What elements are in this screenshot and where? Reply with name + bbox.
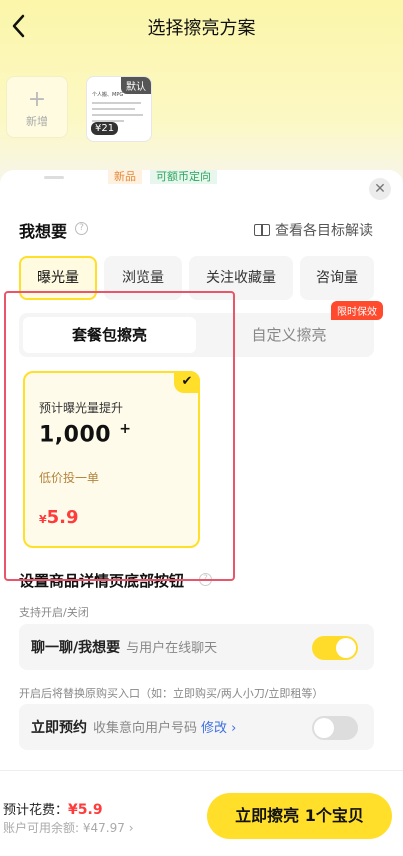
- estimated-cost: 预计花费：¥5.9: [3, 799, 103, 818]
- plan-sheet: 新品 可额币定向 ✕ 我想要 ? 查看各目标解读 曝光量 浏览量 关注收藏量 咨询…: [0, 170, 403, 770]
- goals-explanation-link[interactable]: 查看各目标解读: [254, 220, 373, 240]
- close-button[interactable]: ✕: [369, 178, 391, 200]
- reserve-toggle[interactable]: [312, 716, 358, 740]
- page-title: 选择擦亮方案: [147, 18, 256, 39]
- chat-option-desc: 与用户在线聊天: [126, 641, 218, 656]
- footer-bar: 预计花费：¥5.9 账户可用余额: ¥47.97 › 立即擦亮 1个宝贝: [0, 770, 403, 856]
- tag-new: 新品: [108, 170, 142, 184]
- help-icon[interactable]: ?: [199, 573, 212, 586]
- tab-views[interactable]: 浏览量: [104, 256, 182, 300]
- tab-package-polish[interactable]: 套餐包擦亮: [23, 317, 196, 353]
- goals-link-label: 查看各目标解读: [275, 223, 373, 239]
- tab-follow-favorite[interactable]: 关注收藏量: [189, 256, 293, 300]
- plus-icon: +: [27, 87, 47, 112]
- book-icon: [254, 224, 270, 236]
- package-subtitle: 低价投一单: [39, 471, 100, 485]
- expected-value: 1,000: [39, 422, 112, 448]
- price-value: 5.9: [46, 507, 79, 528]
- currency-symbol: ¥: [39, 513, 47, 526]
- expected-exposure-value: 1,000 +: [39, 421, 132, 447]
- bottom-button-section-title: 设置商品详情页底部按钮: [19, 572, 185, 590]
- expected-value-suffix: +: [119, 421, 132, 437]
- polish-now-button[interactable]: 立即擦亮 1个宝贝: [207, 793, 392, 839]
- product-thumbnail[interactable]: 个人搬、MPG 默认 ¥21: [86, 76, 152, 142]
- default-badge: 默认: [121, 77, 151, 94]
- package-card[interactable]: ✔ 预计曝光量提升 1,000 + 低价投一单 ¥5.9: [23, 371, 200, 548]
- modify-label: 修改: [201, 721, 228, 736]
- chat-option-row: 聊一聊/我想要 与用户在线聊天: [19, 624, 374, 670]
- product-price-badge: ¥21: [91, 122, 119, 135]
- tab-exposure[interactable]: 曝光量: [19, 256, 97, 300]
- goal-tabs: 曝光量 浏览量 关注收藏量 咨询量: [19, 256, 374, 300]
- package-mode-switch: 套餐包擦亮 自定义擦亮 限时保效: [19, 301, 383, 357]
- want-label: 我想要: [19, 222, 68, 241]
- tab-inquiry[interactable]: 咨询量: [300, 256, 374, 300]
- top-bar: 选择擦亮方案: [0, 0, 403, 56]
- reserve-option-label: 立即预约 收集意向用户号码 修改 ›: [31, 717, 236, 737]
- reserve-option-name: 立即预约: [31, 720, 87, 736]
- chevron-right-icon: ›: [128, 821, 134, 835]
- package-price: ¥5.9: [39, 507, 79, 528]
- close-icon: ✕: [374, 181, 386, 197]
- modify-link[interactable]: 修改 ›: [201, 721, 236, 736]
- chat-toggle[interactable]: [312, 636, 358, 660]
- limited-time-badge: 限时保效: [331, 301, 383, 320]
- chat-option-name: 聊一聊/我想要: [31, 640, 121, 656]
- peek-tags: 新品 可额币定向: [108, 170, 217, 184]
- expect-label: 预计曝光量提升: [39, 401, 124, 415]
- replace-note: 开启后将替换原购买入口（如：立即购买/两人小刀/立即租等）: [19, 687, 324, 700]
- account-balance[interactable]: 账户可用余额: ¥47.97 ›: [3, 819, 134, 836]
- toggle-note: 支持开启/关闭: [19, 606, 89, 619]
- peek-divider: [44, 176, 64, 179]
- balance-label: 账户可用余额: ¥47.97: [3, 821, 125, 835]
- add-product-label: 新增: [26, 115, 48, 128]
- reserve-option-row: 立即预约 收集意向用户号码 修改 ›: [19, 704, 374, 750]
- checkmark-icon: ✔: [174, 371, 200, 393]
- tag-targeting: 可额币定向: [150, 170, 217, 184]
- chat-option-label: 聊一聊/我想要 与用户在线聊天: [31, 637, 217, 657]
- help-icon[interactable]: ?: [75, 222, 88, 235]
- tab-custom-polish[interactable]: 自定义擦亮: [209, 317, 369, 353]
- product-preview: 个人搬、MPG: [92, 91, 146, 126]
- toggle-knob: [336, 638, 356, 658]
- cost-label: 预计花费：: [3, 803, 69, 818]
- cost-value: ¥5.9: [68, 802, 103, 818]
- reserve-option-desc: 收集意向用户号码: [93, 721, 198, 736]
- add-product-button[interactable]: + 新增: [6, 76, 68, 138]
- toggle-knob: [314, 718, 334, 738]
